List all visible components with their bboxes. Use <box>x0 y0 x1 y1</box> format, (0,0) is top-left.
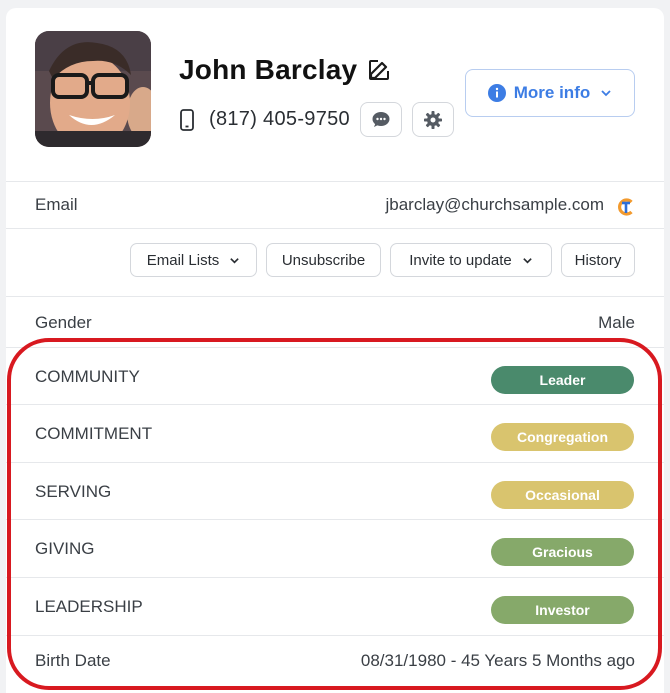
attribute-row-commitment: COMMITMENT Congregation <box>6 405 664 463</box>
email-value[interactable]: jbarclay@churchsample.com <box>385 195 604 215</box>
attribute-label: COMMUNITY <box>35 367 140 386</box>
status-badge: Occasional <box>491 481 634 509</box>
birth-date-value: 08/31/1980 - 45 Years 5 Months ago <box>360 651 635 670</box>
attribute-row-community: COMMUNITY Leader <box>6 348 664 405</box>
gear-icon <box>423 110 442 129</box>
chevron-down-icon <box>523 257 532 264</box>
edit-icon[interactable] <box>367 58 391 82</box>
chevron-down-icon <box>601 90 611 97</box>
gender-value: Male <box>598 313 635 332</box>
attribute-label: COMMITMENT <box>35 424 153 443</box>
email-actions-row: Email Lists Unsubscribe Invite to update… <box>6 229 664 297</box>
email-lists-label: Email Lists <box>146 251 220 269</box>
invite-to-update-button[interactable]: Invite to update <box>390 243 552 277</box>
send-message-button[interactable] <box>359 102 402 137</box>
attribute-row-leadership: LEADERSHIP Investor <box>6 578 664 636</box>
attribute-label: SERVING <box>35 482 112 501</box>
avatar <box>35 31 151 147</box>
name-row: John Barclay <box>179 54 391 86</box>
gender-label: Gender <box>35 313 92 332</box>
attribute-label: GIVING <box>35 539 95 558</box>
status-badge: Investor <box>491 596 634 624</box>
attribute-row-giving: GIVING Gracious <box>6 520 664 578</box>
profile-name: John Barclay <box>179 54 358 85</box>
unsubscribe-button[interactable]: Unsubscribe <box>266 243 381 277</box>
status-badge: Gracious <box>491 538 634 566</box>
email-lists-button[interactable]: Email Lists <box>130 243 257 277</box>
brand-logo-icon[interactable] <box>616 197 636 217</box>
invite-label: Invite to update <box>409 251 512 269</box>
gender-row: Gender Male <box>6 297 664 348</box>
status-badge: Leader <box>491 366 634 394</box>
email-row: Email jbarclay@churchsample.com <box>6 181 664 229</box>
unsubscribe-label: Unsubscribe <box>281 251 366 269</box>
phone-icon <box>179 108 195 132</box>
birth-date-label: Birth Date <box>35 651 111 670</box>
more-info-label: More info <box>513 83 591 102</box>
status-badge: Congregation <box>491 423 634 451</box>
attribute-label: LEADERSHIP <box>35 597 143 616</box>
settings-button[interactable] <box>411 102 454 137</box>
attribute-row-serving: SERVING Occasional <box>6 463 664 520</box>
history-label: History <box>574 251 622 269</box>
birth-date-row: Birth Date 08/31/1980 - 45 Years 5 Month… <box>6 636 664 693</box>
phone-row: (817) 405-9750 <box>179 102 454 137</box>
info-icon <box>487 84 506 102</box>
phone-number[interactable]: (817) 405-9750 <box>209 108 350 131</box>
email-label: Email <box>35 195 78 214</box>
chat-bubble-icon <box>372 111 390 127</box>
profile-card: John Barclay (817) 405-9750 More info Em… <box>6 8 664 693</box>
history-button[interactable]: History <box>561 243 635 277</box>
more-info-button[interactable]: More info <box>465 69 635 117</box>
chevron-down-icon <box>230 257 240 264</box>
